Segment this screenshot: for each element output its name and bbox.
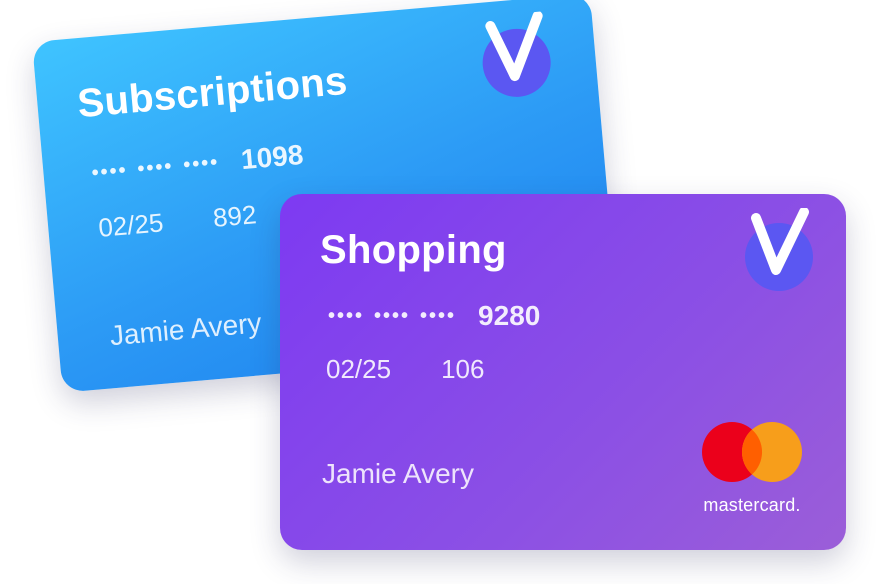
card-cvv: 106 <box>441 354 485 384</box>
v-logo-icon <box>482 10 551 97</box>
card-meta: 02/25 106 <box>326 354 484 385</box>
mastercard-label: mastercard. <box>703 495 801 515</box>
shopping-card[interactable]: Shopping •••• •••• •••• 9280 02/25 106 Jam… <box>280 194 846 550</box>
card-holder: Jamie Avery <box>108 307 263 352</box>
card-last4: 9280 <box>478 300 541 331</box>
card-cvv: 892 <box>211 199 258 233</box>
masked-digits: •••• •••• •••• <box>90 150 221 184</box>
card-title: Subscriptions <box>75 58 350 127</box>
card-last4: 1098 <box>239 138 305 176</box>
masked-digits: •••• •••• •••• <box>328 304 457 327</box>
card-holder: Jamie Avery <box>322 458 474 489</box>
card-expiry: 02/25 <box>97 207 165 243</box>
card-title: Shopping <box>320 228 507 272</box>
card-number: •••• •••• •••• 9280 <box>328 300 540 332</box>
mastercard-logo: mastercard. <box>694 420 810 516</box>
v-logo-icon <box>745 208 813 291</box>
mastercard-circles-icon <box>702 422 802 482</box>
card-meta: 02/25 892 <box>97 199 258 244</box>
card-expiry: 02/25 <box>326 354 392 384</box>
card-number: •••• •••• •••• 1098 <box>90 138 305 189</box>
